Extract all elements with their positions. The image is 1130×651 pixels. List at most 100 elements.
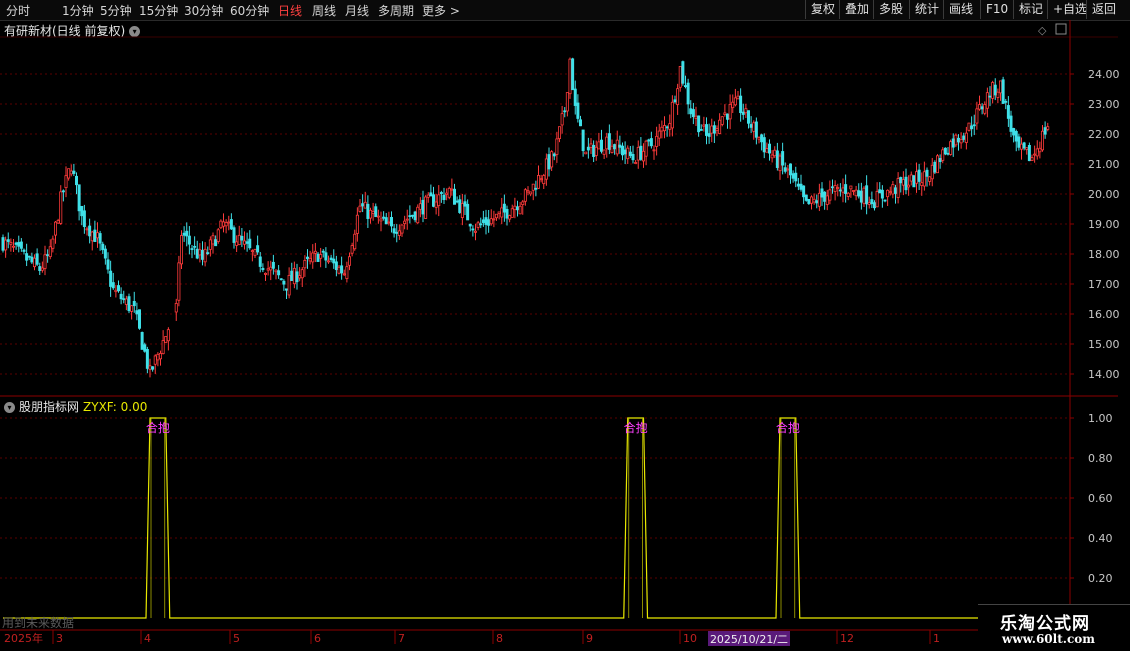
candle-up (43, 254, 47, 269)
candle-up (565, 92, 569, 112)
candle-down (190, 248, 194, 250)
candle-down (1014, 131, 1018, 142)
candle-up (718, 119, 722, 134)
candle-up (941, 149, 945, 161)
candle-down (502, 203, 506, 213)
candle-up (1020, 143, 1024, 150)
candle-down (1012, 128, 1016, 136)
candle-up (537, 175, 541, 189)
candle-up (584, 151, 588, 155)
candle-up (497, 211, 501, 214)
candle-down (760, 134, 764, 143)
candle-up (492, 218, 496, 221)
candle-down (899, 177, 903, 184)
candle-up (936, 155, 940, 174)
candle-down (747, 110, 751, 124)
candle-down (534, 187, 538, 190)
candle-up (922, 171, 926, 187)
price-tick-label: 23.00 (1088, 98, 1120, 111)
candle-down (838, 189, 842, 192)
candle-up (810, 196, 814, 204)
candle-down (334, 261, 338, 271)
price-tick-label: 22.00 (1088, 128, 1120, 141)
candle-down (248, 238, 252, 249)
candle-up (1035, 148, 1039, 157)
candle-down (487, 219, 491, 226)
candle-up (48, 246, 52, 258)
candle-down (804, 194, 808, 201)
candle-down (775, 150, 779, 168)
candle-up (11, 245, 15, 248)
candle-down (140, 332, 144, 350)
candle-down (726, 113, 730, 120)
candle-up (634, 162, 638, 164)
candle-down (563, 110, 567, 113)
candle-up (862, 187, 866, 204)
chart-canvas[interactable]: 24.00 23.00 22.00 21.00 20.00 19.00 18.00 17.00… (0, 0, 1130, 650)
candle-up (124, 298, 128, 305)
price-tick-label: 15.00 (1088, 338, 1120, 351)
window-toggle-icon (1055, 23, 1067, 35)
candle-down (628, 151, 632, 156)
candle-down (458, 199, 462, 213)
candle-up (224, 222, 228, 227)
candle-up (403, 220, 407, 224)
candle-down (573, 88, 577, 106)
candle-up (418, 203, 422, 210)
candle-down (631, 153, 635, 161)
month-label: 8 (496, 632, 503, 645)
candle-up (510, 208, 514, 218)
candle-down (466, 203, 470, 221)
candle-up (555, 138, 559, 155)
candle-down (195, 248, 199, 259)
candle-up (494, 213, 498, 219)
candle-up (379, 218, 383, 222)
candle-down (185, 230, 189, 237)
price-tick-label: 17.00 (1088, 278, 1120, 291)
candle-up (337, 266, 341, 274)
candle-up (752, 122, 756, 132)
candle-up (308, 257, 312, 262)
candle-up (854, 189, 858, 197)
candle-down (431, 194, 435, 207)
site-logo: 乐淘公式网 www.60lt.com (978, 604, 1130, 651)
candle-down (946, 152, 950, 155)
candle-down (206, 252, 210, 255)
candle-down (135, 310, 139, 315)
signal-label: 合抱 (624, 420, 648, 435)
candle-up (350, 245, 354, 254)
candle-up (907, 184, 911, 188)
candle-down (101, 243, 105, 251)
candle-up (397, 230, 401, 236)
price-tick-label: 14.00 (1088, 368, 1120, 381)
candle-down (1027, 145, 1031, 162)
candle-down (673, 99, 677, 103)
candle-down (880, 189, 884, 199)
candle-down (187, 235, 191, 245)
candle-down (271, 261, 275, 269)
candle-down (106, 259, 110, 270)
candle-down (802, 185, 806, 198)
candle-up (164, 336, 168, 343)
candle-up (235, 241, 239, 246)
candle-down (647, 139, 651, 142)
candle-down (245, 241, 249, 244)
candle-up (539, 178, 543, 181)
month-label: 6 (314, 632, 321, 645)
candle-up (896, 178, 900, 198)
candle-down (904, 176, 908, 191)
candle-up (342, 273, 346, 276)
candle-up (269, 266, 273, 271)
candle-up (416, 206, 420, 224)
candle-down (72, 170, 76, 174)
candle-down (421, 199, 425, 215)
candle-down (579, 119, 583, 127)
month-label: 9 (586, 632, 593, 645)
candle-up (996, 91, 1000, 98)
candle-down (980, 106, 984, 110)
candle-up (508, 215, 512, 220)
candle-up (179, 235, 183, 265)
candle-down (82, 210, 86, 228)
candle-up (33, 257, 37, 268)
logo-url: www.60lt.com (1002, 632, 1095, 646)
